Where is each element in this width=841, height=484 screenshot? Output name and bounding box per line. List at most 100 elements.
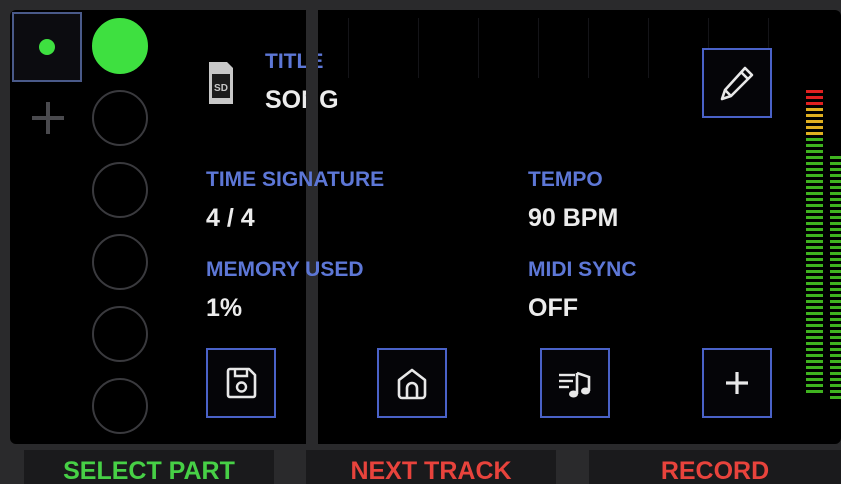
meter-segment (830, 270, 841, 273)
grid-line (418, 18, 419, 78)
meter-segment (806, 336, 823, 339)
meter-segment (830, 282, 841, 285)
part-slot-6[interactable] (92, 378, 148, 434)
meter-segment (806, 234, 823, 237)
meter-segment (830, 366, 841, 369)
meter-segment (830, 384, 841, 387)
grid-line (348, 18, 349, 78)
meter-segment (830, 168, 841, 171)
time-signature-value[interactable]: 4 / 4 (206, 204, 255, 233)
meter-segment (830, 204, 841, 207)
meter-segment (830, 294, 841, 297)
midi-sync-value[interactable]: OFF (528, 294, 578, 323)
home-button[interactable] (377, 348, 447, 418)
meter-segment (806, 330, 823, 333)
meter-segment (830, 264, 841, 267)
meter-segment (806, 366, 823, 369)
meter-segment (830, 240, 841, 243)
memory-used-label: MEMORY USED (206, 258, 364, 281)
level-meter-right (830, 156, 841, 402)
meter-segment (830, 252, 841, 255)
edit-title-button[interactable] (702, 48, 772, 118)
part-slot-5[interactable] (92, 306, 148, 362)
meter-segment (830, 210, 841, 213)
meter-segment (806, 276, 823, 279)
grid-line (588, 18, 589, 78)
pencil-icon (720, 66, 754, 101)
meter-segment (830, 348, 841, 351)
select-part-button[interactable]: SELECT PART (24, 450, 274, 484)
meter-segment (830, 354, 841, 357)
next-track-button[interactable]: NEXT TRACK (306, 450, 556, 484)
part-slot-4[interactable] (92, 234, 148, 290)
meter-segment (806, 390, 823, 393)
meter-segment (806, 216, 823, 219)
meter-segment (806, 264, 823, 267)
meter-segment (806, 324, 823, 327)
meter-segment (806, 210, 823, 213)
meter-segment (830, 174, 841, 177)
meter-segment (830, 300, 841, 303)
meter-segment (830, 192, 841, 195)
meter-segment (806, 156, 823, 159)
meter-segment (830, 390, 841, 393)
sd-card-icon: SD (206, 60, 236, 106)
meter-segment (806, 198, 823, 201)
meter-segment (806, 288, 823, 291)
track-select-button[interactable] (12, 12, 82, 82)
meter-segment (830, 180, 841, 183)
meter-segment (806, 162, 823, 165)
part-slot-1[interactable] (92, 18, 148, 74)
meter-segment (830, 318, 841, 321)
meter-segment (830, 372, 841, 375)
tempo-label: TEMPO (528, 168, 603, 191)
meter-segment (830, 216, 841, 219)
meter-segment (806, 348, 823, 351)
meter-segment (830, 306, 841, 309)
info-column: TEMPO 90 BPM MIDI SYNC OFF (318, 10, 841, 444)
meter-segment (830, 360, 841, 363)
meter-segment (806, 180, 823, 183)
grid-line (538, 18, 539, 78)
meter-segment (830, 186, 841, 189)
time-signature-label: TIME SIGNATURE (206, 168, 385, 191)
add-button[interactable] (702, 348, 772, 418)
meter-segment (830, 324, 841, 327)
meter-segment (806, 270, 823, 273)
save-button[interactable] (206, 348, 276, 418)
meter-segment (806, 300, 823, 303)
meter-segment (806, 114, 823, 117)
meter-segment (830, 288, 841, 291)
meter-segment (806, 228, 823, 231)
part-slot-2[interactable] (92, 90, 148, 146)
memory-used-value: 1% (206, 294, 243, 322)
meter-segment (806, 102, 823, 105)
meter-segment (806, 240, 823, 243)
meter-segment (830, 336, 841, 339)
meter-segment (806, 132, 823, 135)
add-track-plus-icon[interactable] (30, 100, 66, 136)
meter-segment (806, 384, 823, 387)
meter-segment (806, 306, 823, 309)
meter-segment (806, 354, 823, 357)
track-active-indicator (39, 39, 55, 55)
music-library-button[interactable] (540, 348, 610, 418)
meter-segment (806, 252, 823, 255)
meter-segment (806, 138, 823, 141)
record-button[interactable]: RECORD (589, 450, 841, 484)
meter-segment (806, 222, 823, 225)
grid-line (648, 18, 649, 78)
meter-segment (830, 162, 841, 165)
tempo-value[interactable]: 90 BPM (528, 204, 618, 233)
level-meter-left (806, 90, 823, 396)
music-notes-icon (559, 371, 591, 398)
meter-segment (806, 312, 823, 315)
meter-segment (830, 198, 841, 201)
sd-badge-text: SD (214, 83, 228, 94)
midi-sync-label: MIDI SYNC (528, 258, 637, 281)
meter-segment (806, 90, 823, 93)
meter-segment (830, 228, 841, 231)
home-icon (397, 368, 427, 400)
part-slot-3[interactable] (92, 162, 148, 218)
meter-segment (806, 150, 823, 153)
